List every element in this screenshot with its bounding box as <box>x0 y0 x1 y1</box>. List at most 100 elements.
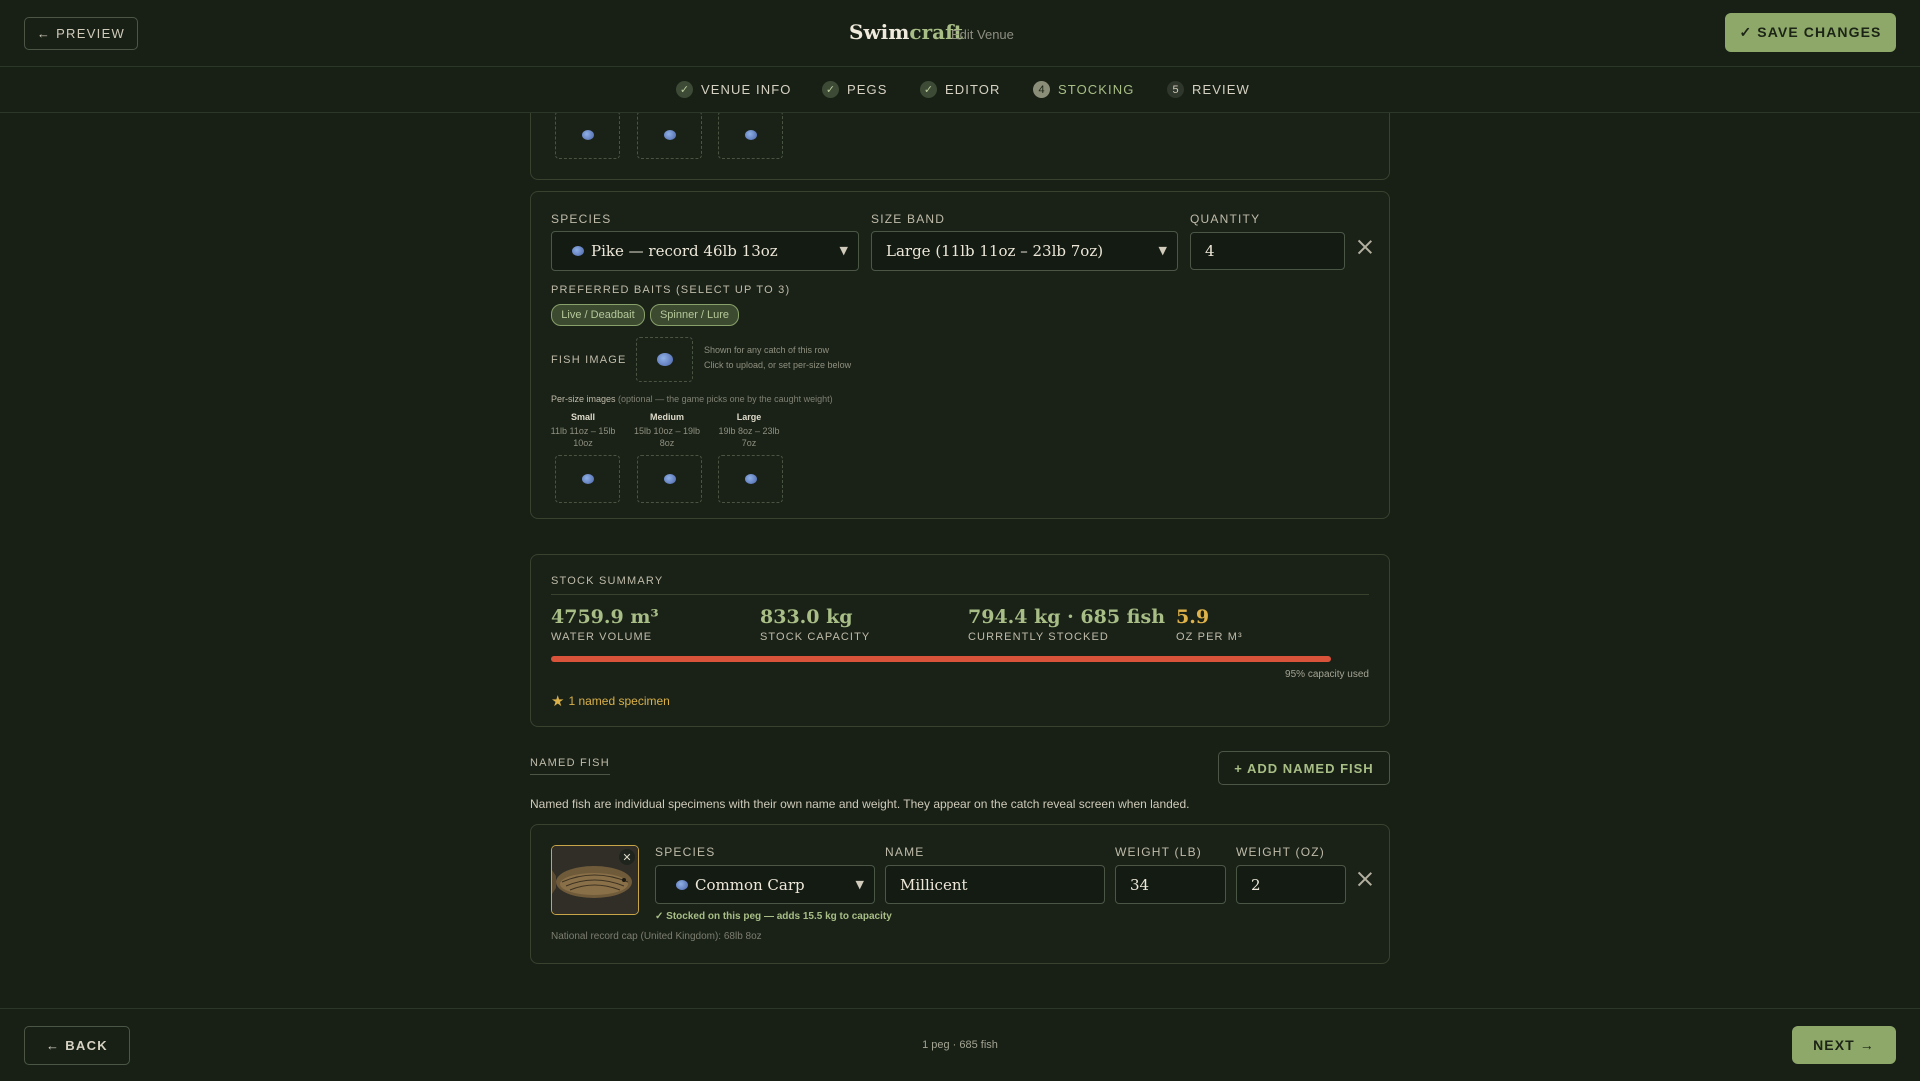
per-size-note: (optional — the game picks one by the ca… <box>618 394 833 404</box>
step-label: EDITOR <box>945 82 1001 97</box>
stock-summary-card: STOCK SUMMARY 4759.9 m³ WATER VOLUME 833… <box>530 554 1390 727</box>
stock-row-card: SPECIES Pike — record 46lb 13oz ▼ SIZE B… <box>530 191 1390 519</box>
size-image-upload-medium[interactable] <box>637 455 702 503</box>
water-volume-value: 4759.9 m³ <box>551 606 659 628</box>
tab-review[interactable]: 5 REVIEW <box>1167 67 1250 112</box>
size-image-upload-small[interactable] <box>555 455 620 503</box>
stock-capacity-label: STOCK CAPACITY <box>760 631 871 643</box>
species-label: SPECIES <box>551 212 612 226</box>
size-range-line: 8oz <box>659 438 675 448</box>
size-band-label: SIZE BAND <box>871 212 946 226</box>
record-cap-note: National record cap (United Kingdom): 68… <box>551 931 762 942</box>
capacity-used-text: 95% capacity used <box>1285 669 1369 680</box>
stock-summary-title: STOCK SUMMARY <box>551 575 664 587</box>
fish-icon <box>744 130 757 140</box>
size-range-large: 19lb 8oz – 23lb 7oz <box>714 425 784 449</box>
size-range-line: 10oz <box>573 438 593 448</box>
weight-lb-label: WEIGHT (LB) <box>1115 845 1202 859</box>
size-image-upload-medium[interactable] <box>637 111 702 159</box>
named-specimen-text: 1 named specimen <box>568 694 670 708</box>
brand-first: Swim <box>849 20 910 44</box>
per-size-images-heading: Per-size images (optional — the game pic… <box>551 393 833 405</box>
size-image-upload-large[interactable] <box>718 455 783 503</box>
size-name-medium: Medium <box>649 412 684 422</box>
wizard-stepper: ✓ VENUE INFO ✓ PEGS ✓ EDITOR 4 STOCKING … <box>0 67 1920 113</box>
remove-photo-close-icon[interactable]: ✕ <box>619 849 635 865</box>
remove-row-close-icon[interactable] <box>1357 239 1373 255</box>
quantity-label: QUANTITY <box>1190 212 1261 226</box>
footer-status: 1 peg · 685 fish <box>922 1039 998 1051</box>
named-fish-title: NAMED FISH <box>530 757 610 775</box>
fish-icon <box>744 474 757 484</box>
per-size-title: Per-size images <box>551 394 616 404</box>
step-label: PEGS <box>847 82 888 97</box>
fish-icon <box>572 246 584 256</box>
size-image-upload-large[interactable] <box>718 111 783 159</box>
bait-chip-live-deadbait[interactable]: Live / Deadbait <box>551 304 645 326</box>
top-bar: ← PREVIEW Swimcraft Edit Venue ✓ SAVE CH… <box>0 0 1920 67</box>
fish-image-hint-1: Shown for any catch of this row <box>704 345 830 355</box>
named-species-select[interactable]: Common Carp ▼ <box>655 865 875 904</box>
quantity-input[interactable]: 4 <box>1190 232 1345 270</box>
size-range-line: 7oz <box>741 438 757 448</box>
species-label: SPECIES <box>655 845 716 859</box>
fish-icon <box>581 474 594 484</box>
capacity-bar-track <box>551 656 1369 662</box>
species-select[interactable]: Pike — record 46lb 13oz ▼ <box>551 231 859 271</box>
remove-named-fish-close-icon[interactable] <box>1357 871 1373 887</box>
fish-image-hint-2: Click to upload, or set per-size below <box>704 360 852 370</box>
save-changes-button[interactable]: ✓ SAVE CHANGES <box>1725 13 1896 52</box>
weight-oz-label: WEIGHT (OZ) <box>1236 845 1325 859</box>
fish-image-upload[interactable] <box>636 337 693 382</box>
star-icon: ★ <box>551 693 565 710</box>
tab-stocking[interactable]: 4 STOCKING <box>1033 67 1134 112</box>
size-range-small: 11lb 11oz – 15lb 10oz <box>548 425 618 449</box>
fish-icon <box>581 130 594 140</box>
step-number: 4 <box>1033 81 1050 98</box>
named-fish-card: ✕ SPECIES Common Carp ▼ NAME Millicent W… <box>530 824 1390 964</box>
preview-button[interactable]: ← PREVIEW <box>24 17 138 50</box>
preferred-baits-label: PREFERRED BAITS (SELECT UP TO 3) <box>551 284 791 296</box>
bait-chip-spinner-lure[interactable]: Spinner / Lure <box>650 304 739 326</box>
name-label: NAME <box>885 845 925 859</box>
size-range-line: 11lb 11oz – 15lb <box>550 426 616 436</box>
fish-image-label: FISH IMAGE <box>551 354 627 366</box>
size-range-line: 15lb 10oz – 19lb <box>633 426 701 436</box>
brand-logo: Swimcraft <box>849 20 963 44</box>
size-image-upload-small[interactable] <box>555 111 620 159</box>
currently-stocked-label: CURRENTLY STOCKED <box>968 631 1109 643</box>
stocked-note: ✓ Stocked on this peg — adds 15.5 kg to … <box>655 911 892 922</box>
weight-lb-input[interactable]: 34 <box>1115 865 1226 904</box>
size-band-value: Large (11lb 11oz – 23lb 7oz) <box>886 242 1104 260</box>
tab-venue-info[interactable]: ✓ VENUE INFO <box>676 67 791 112</box>
weight-lb-value: 34 <box>1130 875 1150 894</box>
chevron-down-icon: ▼ <box>855 878 864 891</box>
named-specimen-count: ★ 1 named specimen <box>551 692 670 710</box>
next-button[interactable]: NEXT → <box>1792 1026 1896 1064</box>
chevron-down-icon: ▼ <box>839 244 848 257</box>
step-label: STOCKING <box>1058 82 1135 97</box>
divider <box>551 594 1369 595</box>
check-icon: ✓ <box>920 81 937 98</box>
step-label: REVIEW <box>1192 82 1250 97</box>
tab-editor[interactable]: ✓ EDITOR <box>920 67 1000 112</box>
size-range-line: 19lb 8oz – 23lb <box>718 426 780 436</box>
weight-oz-input[interactable]: 2 <box>1236 865 1346 904</box>
species-value: Pike — record 46lb 13oz <box>591 242 778 260</box>
add-named-fish-button[interactable]: + ADD NAMED FISH <box>1218 751 1390 785</box>
named-fish-name-input[interactable]: Millicent <box>885 865 1105 904</box>
step-number: 5 <box>1167 81 1184 98</box>
tab-pegs[interactable]: ✓ PEGS <box>822 67 888 112</box>
chevron-down-icon: ▼ <box>1158 244 1167 257</box>
named-fish-name-value: Millicent <box>900 875 968 894</box>
size-band-select[interactable]: Large (11lb 11oz – 23lb 7oz) ▼ <box>871 231 1178 271</box>
currently-stocked-value: 794.4 kg · 685 fish <box>968 606 1166 628</box>
fish-icon <box>676 879 688 890</box>
water-volume-label: WATER VOLUME <box>551 631 653 643</box>
oz-per-m3-value: 5.9 <box>1176 606 1210 628</box>
named-fish-photo[interactable]: ✕ <box>551 845 639 915</box>
fish-icon <box>663 130 676 140</box>
check-icon: ✓ <box>676 81 693 98</box>
fish-icon <box>663 474 676 484</box>
capacity-bar-fill <box>551 656 1332 662</box>
